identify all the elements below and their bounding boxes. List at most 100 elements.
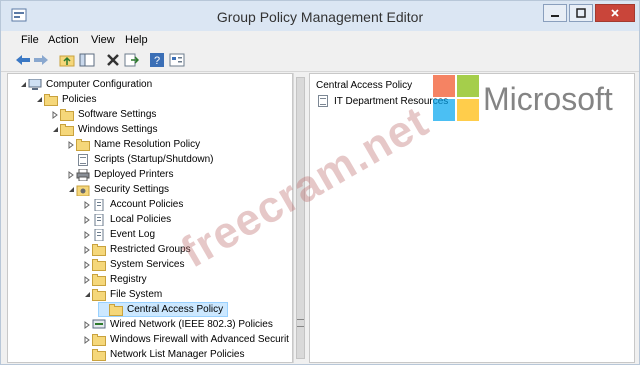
folder-icon bbox=[92, 273, 106, 286]
tree-item-wired-network[interactable]: Wired Network (IEEE 802.3) Policies bbox=[82, 317, 273, 332]
list-item[interactable]: IT Department Resources bbox=[316, 95, 448, 107]
menu-action[interactable]: Action bbox=[48, 34, 79, 46]
expanded-arrow-icon[interactable] bbox=[50, 122, 60, 137]
printer-icon bbox=[76, 168, 90, 181]
tree-item-label: Windows Firewall with Advanced Securit bbox=[110, 334, 289, 345]
properties-icon[interactable] bbox=[169, 52, 185, 68]
tree-item-file-system[interactable]: File System bbox=[82, 287, 162, 302]
expanded-arrow-icon[interactable] bbox=[18, 77, 28, 92]
folder-icon bbox=[92, 333, 106, 346]
back-arrow-icon[interactable] bbox=[15, 52, 31, 68]
tree-item-label: Deployed Printers bbox=[94, 169, 174, 180]
tree-item-scripts[interactable]: Scripts (Startup/Shutdown) bbox=[66, 152, 214, 167]
tree-item-label: Windows Settings bbox=[78, 124, 158, 135]
collapsed-arrow-icon[interactable] bbox=[82, 332, 92, 347]
tree-item-system-services[interactable]: System Services bbox=[82, 257, 184, 272]
tree-item-account-policies[interactable]: Account Policies bbox=[82, 197, 183, 212]
collapsed-arrow-icon[interactable] bbox=[82, 197, 92, 212]
expanded-arrow-icon[interactable] bbox=[82, 287, 92, 302]
tree-item-registry[interactable]: Registry bbox=[82, 272, 147, 287]
maximize-button[interactable] bbox=[569, 4, 593, 22]
menu-file[interactable]: File bbox=[21, 34, 39, 46]
folder-icon bbox=[92, 288, 106, 301]
tree-item-label: File System bbox=[110, 289, 163, 300]
show-hide-tree-icon[interactable] bbox=[79, 52, 95, 68]
document-icon bbox=[76, 153, 90, 166]
delete-icon[interactable] bbox=[105, 52, 121, 68]
tree-item-label: Policies bbox=[62, 94, 97, 105]
help-icon[interactable]: ? bbox=[149, 52, 165, 68]
tree-item-label: Software Settings bbox=[78, 109, 157, 120]
tree-item-windows-firewall[interactable]: Windows Firewall with Advanced Securit bbox=[82, 332, 289, 347]
tree-item-network-list-manager[interactable]: Network List Manager Policies bbox=[82, 347, 245, 362]
tree-item-label: Name Resolution Policy bbox=[94, 139, 201, 150]
tree-item-label: Security Settings bbox=[94, 184, 170, 195]
collapsed-arrow-icon[interactable] bbox=[50, 107, 60, 122]
policy-icon bbox=[94, 228, 104, 241]
tree-item-restricted-groups[interactable]: Restricted Groups bbox=[82, 242, 191, 257]
tree-item-label: Event Log bbox=[110, 229, 156, 240]
folder-icon bbox=[92, 348, 106, 361]
tree-item-label: Network List Manager Policies bbox=[110, 349, 245, 360]
collapsed-arrow-icon[interactable] bbox=[82, 317, 92, 332]
tree-item-label: Local Policies bbox=[110, 214, 172, 225]
network-icon bbox=[92, 319, 106, 328]
export-icon[interactable] bbox=[123, 52, 139, 68]
tree-item-label: System Services bbox=[110, 259, 185, 270]
tree-item-event-log[interactable]: Event Log bbox=[82, 227, 155, 242]
folder-icon bbox=[60, 123, 74, 136]
up-folder-icon[interactable] bbox=[59, 52, 75, 68]
tree-item-label: Scripts (Startup/Shutdown) bbox=[94, 154, 214, 165]
folder-icon bbox=[76, 138, 90, 151]
tree-item-central-access-policy[interactable]: Central Access Policy bbox=[98, 302, 229, 317]
collapsed-arrow-icon[interactable] bbox=[66, 167, 76, 182]
microsoft-watermark-text: Microsoft bbox=[483, 81, 613, 117]
collapsed-arrow-icon[interactable] bbox=[66, 137, 76, 152]
folder-icon bbox=[60, 108, 74, 121]
svg-text:?: ? bbox=[154, 55, 160, 67]
close-icon bbox=[611, 9, 619, 17]
tree-item-computer-configuration[interactable]: Computer Configuration bbox=[18, 77, 152, 92]
computer-icon bbox=[28, 78, 42, 90]
tree-item-local-policies[interactable]: Local Policies bbox=[82, 212, 171, 227]
collapsed-arrow-icon[interactable] bbox=[82, 272, 92, 287]
collapsed-arrow-icon[interactable] bbox=[82, 212, 92, 227]
window: Group Policy Management Editor File Acti… bbox=[0, 0, 640, 365]
tree-item-name-resolution-policy[interactable]: Name Resolution Policy bbox=[66, 137, 200, 152]
menu-help[interactable]: Help bbox=[125, 34, 148, 46]
forward-arrow-icon[interactable] bbox=[33, 52, 49, 68]
tree-item-label: Registry bbox=[110, 274, 147, 285]
title-bar[interactable]: Group Policy Management Editor bbox=[1, 1, 639, 32]
toolbar: ? bbox=[1, 49, 639, 72]
expanded-arrow-icon[interactable] bbox=[34, 92, 44, 107]
collapsed-arrow-icon[interactable] bbox=[82, 227, 92, 242]
folder-icon bbox=[109, 303, 123, 316]
collapsed-arrow-icon[interactable] bbox=[82, 257, 92, 272]
microsoft-logo-icon bbox=[433, 75, 479, 121]
tree-item-security-settings[interactable]: Security Settings bbox=[66, 182, 169, 197]
tree-item-windows-settings[interactable]: Windows Settings bbox=[50, 122, 157, 137]
menu-view[interactable]: View bbox=[91, 34, 115, 46]
collapsed-arrow-icon[interactable] bbox=[82, 242, 92, 257]
tree-item-label: Central Access Policy bbox=[127, 304, 224, 315]
tree-item-deployed-printers[interactable]: Deployed Printers bbox=[66, 167, 173, 182]
minimize-button[interactable] bbox=[543, 4, 567, 22]
menu-bar: File Action View Help bbox=[1, 31, 639, 49]
tree-item-software-settings[interactable]: Software Settings bbox=[50, 107, 156, 122]
policy-icon bbox=[94, 198, 104, 211]
minimize-icon bbox=[551, 15, 559, 17]
folder-icon bbox=[44, 93, 58, 106]
tree-item-policies[interactable]: Policies bbox=[34, 92, 96, 107]
list-item-label: IT Department Resources bbox=[334, 95, 449, 107]
policy-icon bbox=[94, 213, 104, 226]
details-header: Central Access Policy bbox=[316, 80, 413, 91]
security-settings-icon bbox=[76, 185, 90, 196]
tree-item-label: Computer Configuration bbox=[46, 79, 153, 90]
close-button[interactable] bbox=[595, 4, 635, 22]
scrollbar-grip-icon bbox=[297, 319, 304, 327]
folder-icon bbox=[92, 243, 106, 256]
expanded-arrow-icon[interactable] bbox=[66, 182, 76, 197]
maximize-icon bbox=[576, 8, 586, 18]
tree-item-label: Wired Network (IEEE 802.3) Policies bbox=[110, 319, 273, 330]
folder-icon bbox=[92, 258, 106, 271]
